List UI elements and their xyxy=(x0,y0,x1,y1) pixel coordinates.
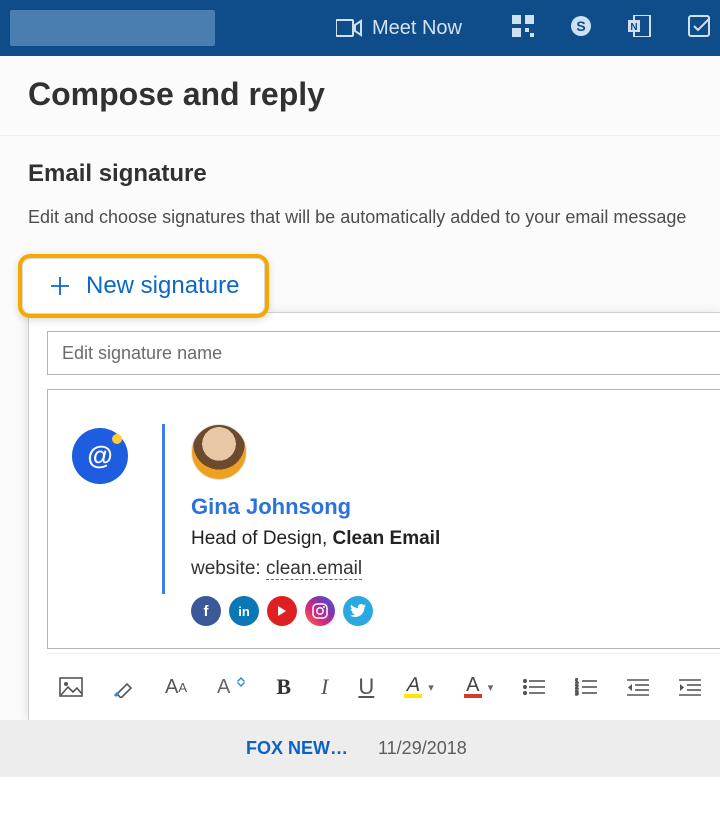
signature-role-line: Head of Design, Clean Email xyxy=(191,528,440,550)
bold-button[interactable]: B xyxy=(276,674,291,700)
qr-icon[interactable] xyxy=(512,15,534,42)
italic-button[interactable]: I xyxy=(321,674,328,700)
divider xyxy=(0,135,720,136)
brand-badge-icon: @ xyxy=(72,428,128,484)
highlight-color-button[interactable]: A ▾ xyxy=(404,676,434,698)
font-family-button[interactable]: AA xyxy=(165,676,187,699)
twitter-icon[interactable] xyxy=(343,596,373,626)
signature-website-line: website: clean.email xyxy=(191,558,440,580)
youtube-icon[interactable] xyxy=(267,596,297,626)
section-title: Email signature xyxy=(28,160,692,188)
underline-button[interactable]: U xyxy=(358,674,374,700)
signature-body[interactable]: @ Gina Johnsong Head of Design, Clean Em… xyxy=(47,389,720,649)
video-icon xyxy=(336,19,362,37)
font-color-button[interactable]: A ▾ xyxy=(464,676,494,698)
new-signature-button[interactable]: New signature xyxy=(18,254,269,318)
social-icons: f in xyxy=(191,596,440,626)
settings-panel: Compose and reply Email signature Edit a… xyxy=(0,56,720,720)
list-item-date: 11/29/2018 xyxy=(378,738,467,759)
email-signature-section: Email signature Edit and choose signatur… xyxy=(0,136,720,230)
numbered-list-button[interactable]: 123 xyxy=(575,678,597,696)
skype-icon[interactable]: S xyxy=(570,15,592,42)
decrease-indent-button[interactable] xyxy=(627,678,649,696)
linkedin-icon[interactable]: in xyxy=(229,596,259,626)
section-description: Edit and choose signatures that will be … xyxy=(28,204,692,230)
facebook-icon[interactable]: f xyxy=(191,596,221,626)
list-item-title: FOX NEW… xyxy=(246,738,348,759)
new-signature-label: New signature xyxy=(86,272,239,300)
font-size-button[interactable]: A xyxy=(217,676,246,699)
todo-icon[interactable] xyxy=(688,15,710,42)
topbar-icons: S N xyxy=(512,15,710,42)
svg-text:@: @ xyxy=(87,440,112,470)
increase-indent-button[interactable] xyxy=(679,678,701,696)
svg-text:3: 3 xyxy=(575,691,579,696)
background-list-row[interactable]: FOX NEW… 11/29/2018 xyxy=(0,720,720,777)
website-link[interactable]: clean.email xyxy=(266,558,362,580)
website-prefix: website: xyxy=(191,558,266,579)
instagram-icon[interactable] xyxy=(305,596,335,626)
plus-icon xyxy=(48,274,72,298)
meet-now-button[interactable]: Meet Now xyxy=(336,17,462,40)
signature-name-input[interactable] xyxy=(47,331,720,375)
svg-text:N: N xyxy=(630,22,637,33)
svg-text:S: S xyxy=(576,18,585,34)
signature-company: Clean Email xyxy=(333,528,441,549)
format-painter-button[interactable] xyxy=(113,676,135,698)
app-topbar: Meet Now S N xyxy=(0,0,720,56)
signature-role: Head of Design, xyxy=(191,528,333,549)
search-input[interactable] xyxy=(10,10,215,46)
signature-person-name: Gina Johnsong xyxy=(191,494,440,520)
insert-image-button[interactable] xyxy=(59,677,83,697)
onenote-icon[interactable]: N xyxy=(628,15,652,42)
bulleted-list-button[interactable] xyxy=(523,678,545,696)
format-toolbar: AA A B I U A ▾ A ▾ xyxy=(47,653,720,720)
page-title: Compose and reply xyxy=(0,56,720,135)
avatar xyxy=(191,424,247,480)
signature-editor: @ Gina Johnsong Head of Design, Clean Em… xyxy=(28,312,720,720)
meet-now-label: Meet Now xyxy=(372,17,462,40)
separator-line xyxy=(162,424,165,594)
